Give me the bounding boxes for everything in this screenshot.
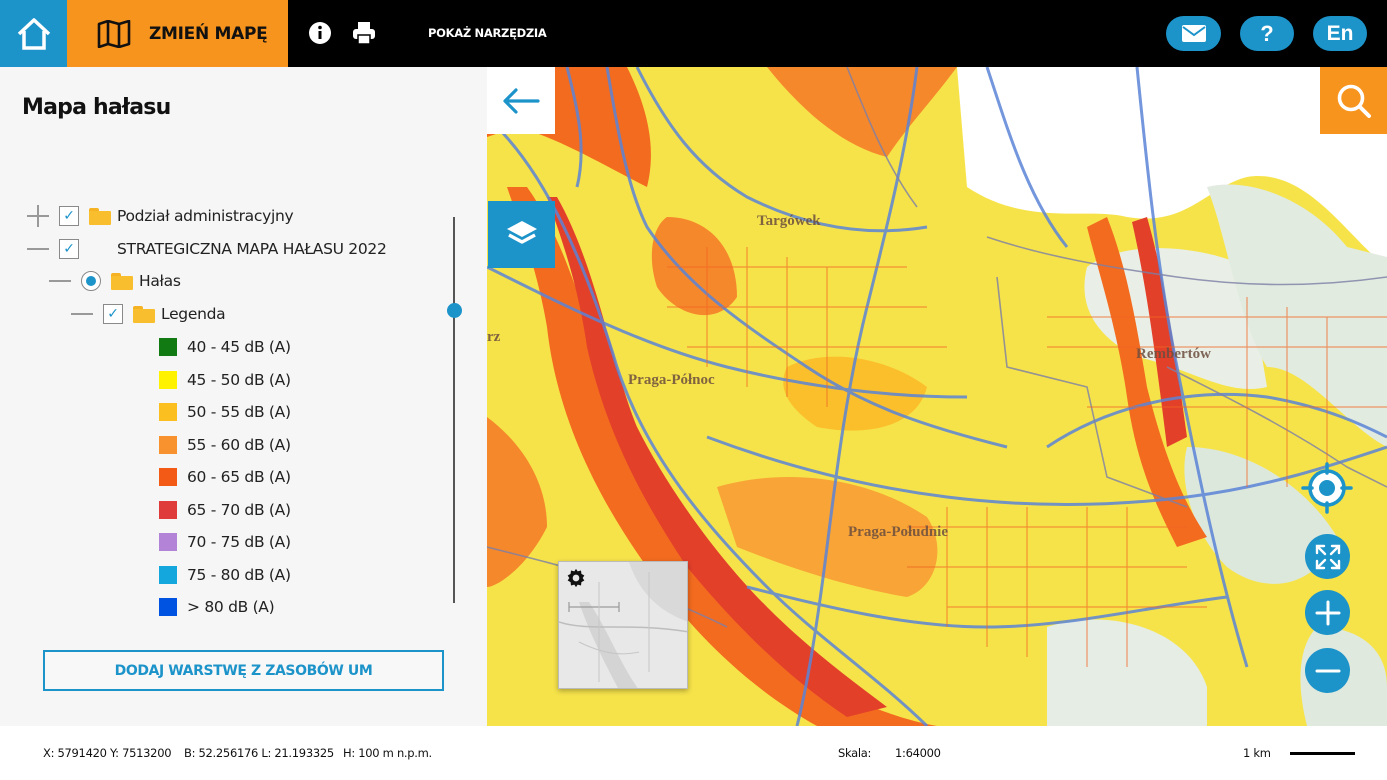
legend-swatch bbox=[159, 403, 177, 421]
overview-map[interactable] bbox=[558, 561, 688, 689]
tree-item-noise: Hałas bbox=[49, 268, 181, 294]
legend-item: 45 - 50 dB (A) bbox=[159, 369, 291, 391]
folder-icon bbox=[111, 272, 133, 290]
search-icon bbox=[1337, 84, 1371, 118]
tree-item-noise-map: ✓ STRATEGICZNA MAPA HAŁASU 2022 bbox=[27, 236, 387, 262]
search-button[interactable] bbox=[1320, 67, 1387, 134]
legend-item: > 80 dB (A) bbox=[159, 596, 275, 618]
folder-icon bbox=[133, 305, 155, 323]
add-layer-button[interactable]: DODAJ WARSTWĘ Z ZASOBÓW UM bbox=[43, 650, 444, 691]
legend-swatch bbox=[159, 533, 177, 551]
elevation: H: 100 m n.p.m. bbox=[343, 746, 432, 760]
geo-coordinates: B: 52.256176 L: 21.193325 bbox=[184, 746, 334, 760]
legend-swatch bbox=[159, 565, 177, 584]
scale-label: Skala: bbox=[838, 746, 872, 760]
legend-label: 60 - 65 dB (A) bbox=[187, 468, 291, 486]
page-title: Mapa hałasu bbox=[22, 95, 171, 120]
panel-scrollbar-track bbox=[453, 217, 455, 603]
xy-coordinates: X: 5791420 Y: 7513200 bbox=[43, 746, 172, 760]
map-icon bbox=[97, 19, 131, 48]
zoom-out-button[interactable] bbox=[1305, 648, 1350, 693]
change-map-button[interactable]: ZMIEŃ MAPĘ bbox=[67, 0, 288, 67]
fullscreen-button[interactable] bbox=[1305, 534, 1350, 579]
place-label: Praga-Południe bbox=[848, 524, 948, 540]
radio-noise[interactable] bbox=[81, 271, 101, 291]
home-button[interactable] bbox=[0, 0, 67, 67]
plus-icon bbox=[1315, 600, 1340, 625]
zoom-in-button[interactable] bbox=[1305, 590, 1350, 635]
gear-icon[interactable] bbox=[566, 568, 586, 588]
panel-scrollbar-handle[interactable] bbox=[447, 303, 462, 318]
expand-arrows-icon bbox=[1315, 544, 1340, 569]
legend-label: > 80 dB (A) bbox=[187, 598, 275, 616]
tree-item-legend: ✓ Legenda bbox=[71, 301, 226, 327]
legend-swatch bbox=[159, 598, 177, 616]
legend-item: 75 - 80 dB (A) bbox=[159, 564, 291, 586]
crosshair-icon bbox=[1301, 462, 1353, 514]
legend-swatch bbox=[159, 338, 177, 356]
change-map-label: ZMIEŃ MAPĘ bbox=[149, 23, 268, 44]
minus-icon bbox=[1315, 669, 1340, 672]
legend-label: 40 - 45 dB (A) bbox=[187, 338, 291, 356]
help-button[interactable]: ? bbox=[1240, 16, 1294, 51]
print-icon bbox=[353, 22, 375, 45]
info-icon bbox=[309, 22, 331, 44]
legend-item: 70 - 75 dB (A) bbox=[159, 531, 291, 553]
legend-label: 65 - 70 dB (A) bbox=[187, 500, 291, 519]
mail-icon bbox=[1181, 25, 1206, 42]
info-button[interactable] bbox=[307, 20, 333, 46]
scale-value: 1:64000 bbox=[895, 746, 941, 760]
contact-button[interactable] bbox=[1166, 16, 1221, 51]
tree-label-noise-map: STRATEGICZNA MAPA HAŁASU 2022 bbox=[117, 240, 387, 258]
place-label: Rembertów bbox=[1136, 346, 1211, 362]
legend-item: 65 - 70 dB (A) bbox=[159, 499, 291, 521]
layers-panel: Mapa hałasu ✓ Podział administracyjny ✓ … bbox=[0, 67, 487, 726]
place-label: rz bbox=[487, 329, 501, 345]
home-icon bbox=[17, 17, 50, 50]
legend-label: 75 - 80 dB (A) bbox=[187, 565, 291, 584]
show-tools-link[interactable]: POKAŻ NARZĘDZIA bbox=[428, 26, 547, 40]
collapse-icon[interactable] bbox=[27, 248, 49, 250]
legend-label: 45 - 50 dB (A) bbox=[187, 370, 291, 389]
place-label: Praga-Północ bbox=[628, 372, 715, 388]
tree-label-legend: Legenda bbox=[161, 305, 226, 323]
legend-swatch bbox=[159, 468, 177, 486]
legend-label: 70 - 75 dB (A) bbox=[187, 533, 291, 551]
scale-bar bbox=[1290, 752, 1355, 755]
tree-label-admin: Podział administracyjny bbox=[117, 207, 294, 225]
print-button[interactable] bbox=[351, 20, 377, 46]
legend-item: 40 - 45 dB (A) bbox=[159, 336, 291, 358]
tree-label-noise: Hałas bbox=[139, 272, 181, 290]
expand-icon[interactable] bbox=[27, 205, 49, 227]
top-bar: ZMIEŃ MAPĘ POKAŻ NARZĘDZIA ? En bbox=[0, 0, 1387, 67]
legend-item: 60 - 65 dB (A) bbox=[159, 466, 291, 488]
layers-icon bbox=[506, 220, 537, 244]
legend-swatch bbox=[159, 370, 177, 389]
arrow-left-icon bbox=[503, 87, 540, 114]
legend-swatch bbox=[159, 435, 177, 454]
legend-swatch bbox=[159, 500, 177, 519]
scale-bar-label: 1 km bbox=[1243, 746, 1271, 760]
tree-item-admin: ✓ Podział administracyjny bbox=[27, 203, 294, 229]
place-label: Targówek bbox=[757, 213, 821, 229]
checkbox-legend[interactable]: ✓ bbox=[103, 304, 123, 324]
legend-label: 50 - 55 dB (A) bbox=[187, 403, 291, 421]
checkbox-noise-map[interactable]: ✓ bbox=[59, 239, 79, 259]
legend-item: 50 - 55 dB (A) bbox=[159, 401, 291, 423]
folder-icon bbox=[89, 207, 111, 225]
status-bar: X: 5791420 Y: 7513200 B: 52.256176 L: 21… bbox=[0, 726, 1387, 780]
collapse-icon[interactable] bbox=[49, 280, 71, 282]
legend-label: 55 - 60 dB (A) bbox=[187, 435, 291, 454]
collapse-panel-button[interactable] bbox=[487, 67, 555, 134]
collapse-icon[interactable] bbox=[71, 313, 93, 315]
legend-item: 55 - 60 dB (A) bbox=[159, 434, 291, 456]
layers-button[interactable] bbox=[488, 201, 555, 268]
checkbox-admin[interactable]: ✓ bbox=[59, 206, 79, 226]
language-button[interactable]: En bbox=[1313, 16, 1367, 51]
locate-me-button[interactable] bbox=[1301, 462, 1353, 514]
